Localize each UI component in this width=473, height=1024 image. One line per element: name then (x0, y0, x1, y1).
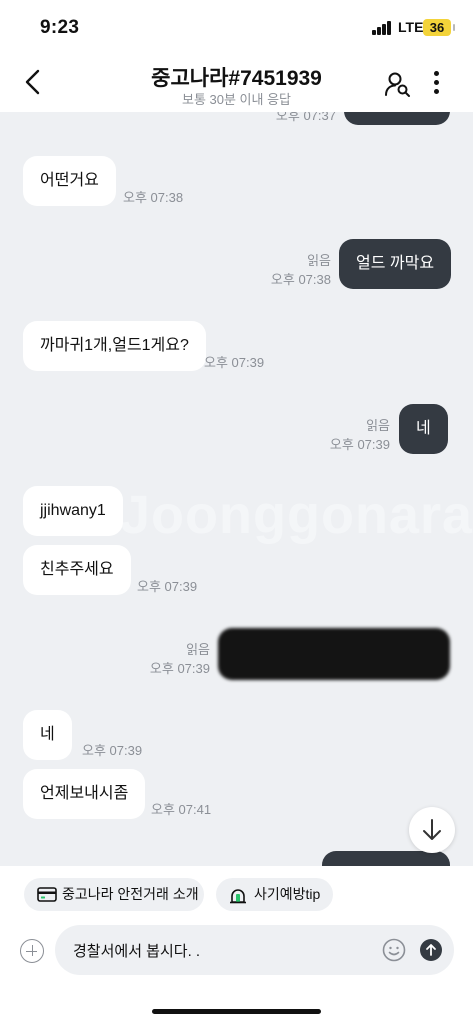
safe-trade-intro-chip[interactable]: 중고나라 안전거래 소개 (24, 878, 204, 911)
more-dots-icon (433, 71, 439, 76)
incoming-message[interactable]: 친추주세요 (23, 545, 131, 595)
message-time: 오후 07:39 (329, 437, 390, 452)
incoming-message[interactable]: jjihwany1 (23, 486, 123, 536)
battery-icon: 36 (423, 19, 455, 36)
card-icon (37, 887, 57, 902)
read-receipt: 읽음 (307, 253, 331, 268)
emoji-button[interactable] (382, 938, 406, 962)
scroll-to-bottom-button[interactable] (409, 807, 455, 853)
incoming-message[interactable]: 언제보내시좀 (23, 769, 146, 819)
status-bar: 9:23 LTE 36 (0, 0, 473, 56)
profile-search-button[interactable] (384, 70, 412, 98)
smiley-icon (382, 938, 406, 962)
alarm-icon (230, 889, 246, 904)
incoming-message[interactable]: 까마귀1개,얼드1게요? (23, 321, 206, 371)
message-time: 오후 07:37 (275, 112, 336, 123)
outgoing-message[interactable]: 얼드 까막요 (339, 239, 452, 289)
read-receipt: 읽음 (186, 642, 210, 657)
user-search-icon (385, 72, 410, 97)
network-label: LTE (398, 19, 424, 35)
home-indicator (152, 1009, 321, 1014)
incoming-message[interactable]: 네 (23, 710, 72, 760)
chat-header: 중고나라#7451939 보통 30분 이내 응답 (0, 56, 473, 112)
send-button[interactable] (420, 939, 442, 961)
add-attachment-button[interactable] (20, 939, 44, 963)
redacted-message (218, 628, 450, 680)
message-time: 오후 07:38 (123, 190, 184, 205)
message-time: 오후 07:38 (270, 272, 331, 287)
watermark-logo: Joonggonara (120, 485, 473, 545)
read-receipt: 읽음 (366, 418, 390, 433)
message-time: 오후 07:39 (204, 355, 265, 370)
arrow-down-icon (423, 819, 441, 840)
outgoing-message[interactable]: 네 (399, 404, 448, 454)
signal-icon (372, 21, 394, 35)
chip-label: 사기예방tip (254, 886, 321, 902)
message-time: 오후 07:39 (82, 743, 143, 758)
arrow-up-icon (426, 944, 436, 956)
chip-label: 중고나라 안전거래 소개 (62, 886, 199, 902)
outgoing-message-partial[interactable] (344, 112, 450, 125)
status-time: 9:23 (40, 17, 80, 38)
message-time: 오후 07:39 (137, 579, 198, 594)
message-input[interactable]: 경찰서에서 봅시다. . (55, 925, 454, 975)
message-time: 오후 07:39 (149, 661, 210, 676)
chat-area[interactable]: Joonggonara 오후 07:37 어떤거요 오후 07:38 읽음 오후… (0, 112, 473, 866)
message-input-value[interactable]: 경찰서에서 봅시다. . (73, 940, 200, 961)
message-time: 오후 07:41 (151, 802, 212, 817)
incoming-message[interactable]: 어떤거요 (23, 156, 116, 206)
fraud-prevention-tip-chip[interactable]: 사기예방tip (216, 878, 333, 911)
outgoing-message-partial[interactable] (322, 851, 450, 866)
more-options-button[interactable] (428, 70, 444, 98)
message-composer: 경찰서에서 봅시다. . (0, 922, 473, 1024)
quick-tips-bar: 중고나라 안전거래 소개 사기예방tip (0, 866, 473, 922)
